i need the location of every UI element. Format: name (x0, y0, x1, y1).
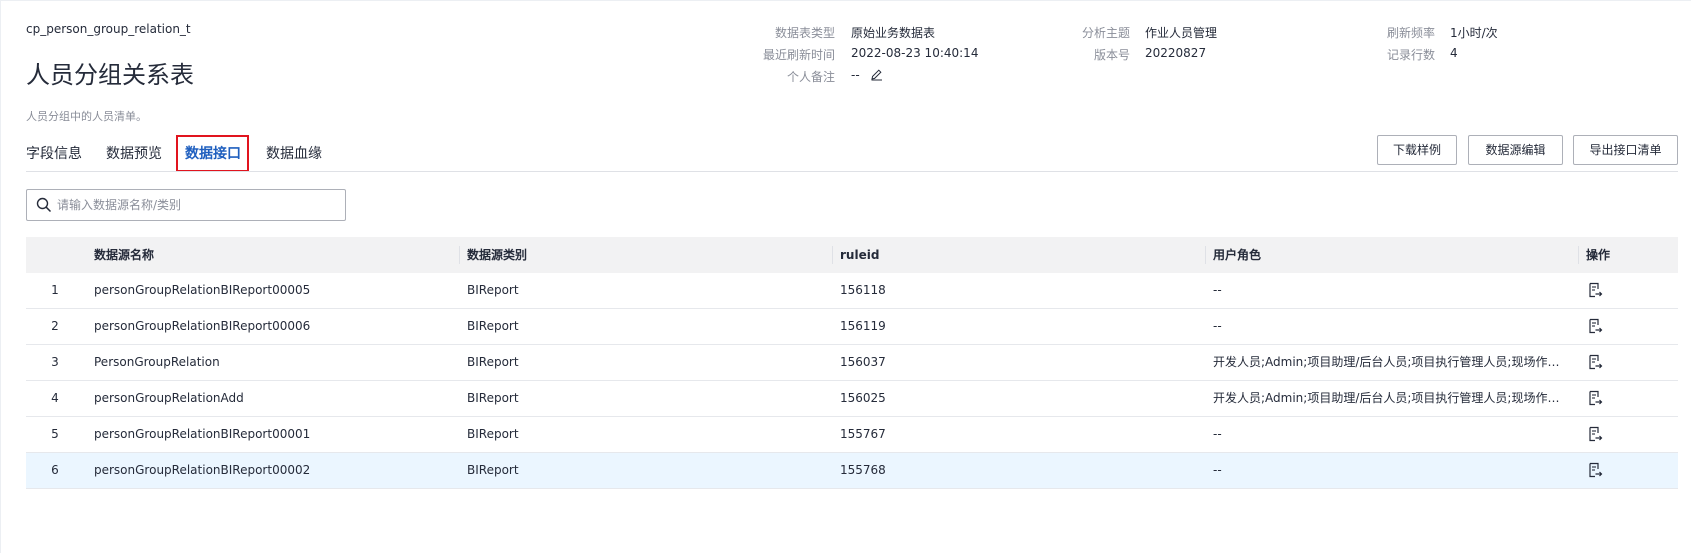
user-roles: 开发人员;Admin;项目助理/后台人员;项目执行管理人员;现场作业... (1213, 355, 1568, 369)
user-roles: -- (1213, 319, 1222, 333)
document-export-icon[interactable] (1587, 354, 1603, 370)
ruleid: 156025 (840, 391, 886, 405)
meta-freq-label-wrap: 刷新频率 (1340, 24, 1435, 40)
meta-freq-value: 1小时/次 (1450, 26, 1498, 40)
document-export-icon[interactable] (1587, 390, 1603, 406)
search-input[interactable] (57, 196, 327, 214)
page-description: 人员分组中的人员清单。 (26, 110, 147, 123)
ruleid: 156037 (840, 355, 886, 369)
column-divider (1205, 246, 1206, 264)
column-header-category: 数据源类别 (467, 248, 528, 262)
active-tab-highlight (176, 135, 249, 172)
meta-type-label: 数据表类型 (774, 26, 835, 40)
top-divider (0, 0, 1691, 1)
datasource-name: personGroupRelationAdd (94, 391, 244, 405)
datasource-category: BIReport (467, 427, 519, 441)
meta-refresh-label-wrap: 最近刷新时间 (740, 46, 835, 62)
datasource-name: personGroupRelationBIReport00006 (94, 319, 311, 333)
user-roles: -- (1213, 283, 1222, 297)
row-index: 2 (51, 319, 59, 333)
meta-note-label-wrap: 个人备注 (740, 68, 835, 84)
table-header: 数据源名称 数据源类别 ruleid 用户角色 操作 (26, 237, 1678, 273)
meta-topic-label-wrap: 分析主题 (1035, 24, 1130, 40)
search-box[interactable] (26, 189, 346, 221)
meta-note-value: -- (851, 68, 860, 82)
datasource-category: BIReport (467, 355, 519, 369)
datasource-category: BIReport (467, 463, 519, 477)
meta-note-label: 个人备注 (786, 70, 835, 84)
column-header-name: 数据源名称 (94, 248, 155, 262)
column-header-roles: 用户角色 (1213, 248, 1262, 262)
row-index: 4 (51, 391, 59, 405)
datasource-category: BIReport (467, 391, 519, 405)
datasource-category: BIReport (467, 319, 519, 333)
tab-data-lineage[interactable]: 数据血缘 (266, 136, 322, 172)
meta-version-label-wrap: 版本号 (1035, 46, 1130, 62)
page-panel: cp_person_group_relation_t 人员分组关系表 人员分组中… (0, 0, 1691, 553)
meta-version-label: 版本号 (1093, 48, 1130, 62)
tab-divider (26, 171, 1678, 172)
meta-freq-label: 刷新频率 (1386, 26, 1435, 40)
pencil-icon[interactable] (870, 68, 883, 84)
search-icon (36, 197, 52, 217)
meta-topic-label: 分析主题 (1081, 26, 1130, 40)
user-roles: 开发人员;Admin;项目助理/后台人员;项目执行管理人员;现场作业... (1213, 391, 1568, 405)
document-export-icon[interactable] (1587, 462, 1603, 478)
meta-refresh-value: 2022-08-23 10:40:14 (851, 46, 979, 60)
datasource-name: PersonGroupRelation (94, 355, 220, 369)
document-export-icon[interactable] (1587, 282, 1603, 298)
meta-rows-label-wrap: 记录行数 (1340, 46, 1435, 62)
meta-type-label-wrap: 数据表类型 (740, 24, 835, 40)
meta-note: -- (851, 68, 883, 84)
row-index: 5 (51, 427, 59, 441)
edit-datasource-button[interactable]: 数据源编辑 (1468, 135, 1563, 165)
column-header-ruleid: ruleid (840, 248, 880, 262)
column-divider (1578, 246, 1579, 264)
ruleid: 156118 (840, 283, 886, 297)
table-row[interactable]: 4 personGroupRelationAdd BIReport 156025… (26, 381, 1678, 417)
page-title: 人员分组关系表 (26, 61, 194, 89)
row-index: 3 (51, 355, 59, 369)
document-export-icon[interactable] (1587, 318, 1603, 334)
meta-refresh-label: 最近刷新时间 (762, 48, 835, 62)
table-code: cp_person_group_relation_t (26, 22, 191, 36)
tab-data-preview[interactable]: 数据预览 (106, 136, 162, 172)
ruleid: 155768 (840, 463, 886, 477)
table-row[interactable]: 1 personGroupRelationBIReport00005 BIRep… (26, 273, 1678, 309)
table-row[interactable]: 5 personGroupRelationBIReport00001 BIRep… (26, 417, 1678, 453)
download-sample-button[interactable]: 下载样例 (1377, 135, 1457, 165)
table-row-selected[interactable]: 6 personGroupRelationBIReport00002 BIRep… (26, 453, 1678, 489)
export-interface-button[interactable]: 导出接口清单 (1573, 135, 1678, 165)
column-divider (832, 246, 833, 264)
table-row[interactable]: 2 personGroupRelationBIReport00006 BIRep… (26, 309, 1678, 345)
ruleid: 156119 (840, 319, 886, 333)
tab-field-info[interactable]: 字段信息 (26, 136, 82, 172)
left-divider (0, 0, 1, 553)
datasource-name: personGroupRelationBIReport00002 (94, 463, 311, 477)
datasource-category: BIReport (467, 283, 519, 297)
row-index: 1 (51, 283, 59, 297)
table-row[interactable]: 3 PersonGroupRelation BIReport 156037 开发… (26, 345, 1678, 381)
meta-rows-value: 4 (1450, 46, 1458, 60)
user-roles: -- (1213, 427, 1222, 441)
column-divider (459, 246, 460, 264)
user-roles: -- (1213, 463, 1222, 477)
meta-type-value: 原始业务数据表 (851, 26, 936, 40)
meta-rows-label: 记录行数 (1386, 48, 1435, 62)
meta-version-value: 20220827 (1145, 46, 1207, 60)
datasource-name: personGroupRelationBIReport00001 (94, 427, 311, 441)
document-export-icon[interactable] (1587, 426, 1603, 442)
row-index: 6 (51, 463, 59, 477)
column-header-actions: 操作 (1586, 248, 1611, 262)
ruleid: 155767 (840, 427, 886, 441)
meta-topic-value: 作业人员管理 (1145, 26, 1218, 40)
datasource-name: personGroupRelationBIReport00005 (94, 283, 311, 297)
